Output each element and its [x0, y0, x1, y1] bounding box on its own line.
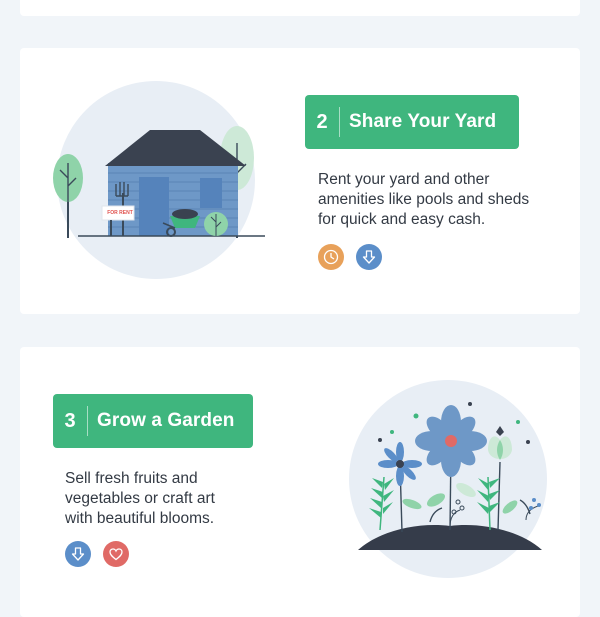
step-card-grow-garden: 3 Grow a Garden Sell fresh fruits and ve… — [20, 347, 580, 617]
arrow-down-icon[interactable] — [65, 541, 91, 567]
step-badge-3: 3 Grow a Garden — [53, 394, 253, 448]
arrow-down-icon[interactable] — [356, 244, 382, 270]
garden-illustration — [358, 402, 542, 550]
shed-illustration — [53, 126, 265, 238]
step-badge-2: 2 Share Your Yard — [305, 95, 519, 149]
step-title: Share Your Yard — [349, 111, 497, 132]
step-number: 2 — [305, 107, 340, 137]
step-title: Grow a Garden — [97, 410, 235, 431]
step-description: Sell fresh fruits and vegetables or craf… — [65, 470, 215, 527]
step-card-share-yard: FOR RENT 2 Share Your Yard Rent your yar… — [20, 48, 580, 314]
clock-icon[interactable] — [318, 244, 344, 270]
step-number: 3 — [53, 406, 88, 436]
step-description: Rent your yard and other amenities like … — [318, 171, 530, 228]
previous-card — [20, 0, 580, 16]
heart-icon[interactable] — [103, 541, 129, 567]
for-rent-sign-text: FOR RENT — [107, 210, 133, 216]
